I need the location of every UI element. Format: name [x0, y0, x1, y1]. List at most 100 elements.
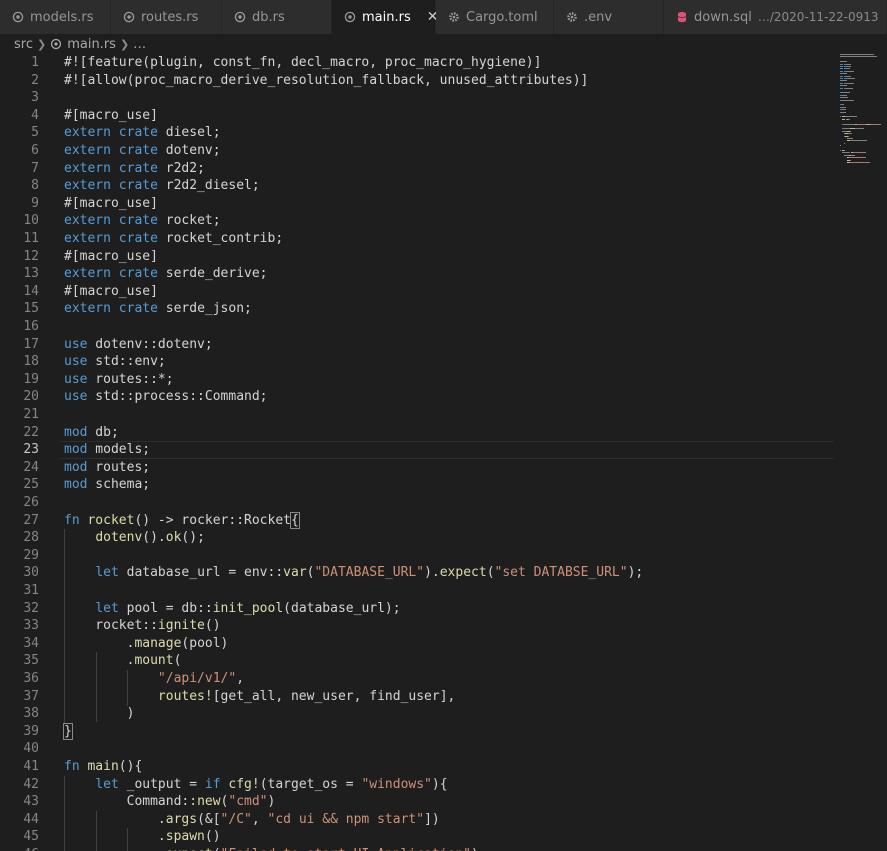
code-token: main: [87, 759, 119, 774]
line-number: 23: [23, 442, 39, 458]
code-text: let database_url = env::var ("DATABASE_UR…: [64, 564, 643, 582]
code-token: serde_json;: [157, 301, 252, 317]
tab-main-rs[interactable]: main.rs ✕: [332, 0, 438, 34]
code-token: dotenv;: [157, 143, 221, 158]
tab-Cargo-toml[interactable]: Cargo.toml: [436, 0, 554, 34]
code-token: {: [290, 511, 300, 529]
line-number: 33: [23, 618, 39, 634]
minimap-line: [840, 56, 877, 58]
code-token: manage: [134, 635, 182, 651]
code-token: crate: [118, 231, 158, 246]
tab-label: Cargo.toml: [466, 9, 538, 25]
code-token: crate: [118, 160, 158, 176]
minimap-line: [847, 70, 854, 72]
code-token: new: [197, 794, 221, 810]
tab-routes-rs[interactable]: routes.rs: [111, 0, 222, 34]
code-token: extern: [64, 301, 111, 317]
line-number: 22: [23, 424, 39, 440]
tab-label: main.rs: [362, 9, 411, 25]
code-token: (&[: [197, 811, 221, 827]
code-text: ): [64, 705, 135, 723]
code-token: extern: [64, 231, 111, 246]
code-line: 12 #[macro_use]: [0, 248, 887, 266]
code-text: routes![get_all, new_user, find_user],: [64, 688, 455, 706]
breadcrumb-more[interactable]: …: [133, 37, 146, 52]
line-number: 28: [23, 530, 39, 546]
line-number: 41: [23, 759, 39, 774]
tab-db-rs[interactable]: db.rs: [222, 0, 332, 34]
code-line: 6 extern crate dotenv;: [0, 142, 887, 160]
tab-down-sql[interactable]: down.sql …/2020-11-22-0913: [664, 0, 887, 34]
code-token: mount: [134, 653, 174, 669]
code-text: mod db;: [64, 424, 119, 442]
line-number: 35: [23, 653, 39, 669]
code-line: 32 let pool = db::init_pool(database_url…: [0, 600, 887, 618]
rust-icon: [234, 11, 246, 23]
code-token: routes::*;: [87, 371, 174, 387]
code-text: #[macro_use]: [64, 283, 158, 301]
tab-models-rs[interactable]: models.rs: [0, 0, 111, 34]
code-text: #[macro_use]: [64, 248, 158, 266]
code-token: (): [204, 618, 221, 634]
code-token: mod: [64, 442, 88, 458]
code-token: crate: [118, 125, 158, 141]
minimap-line: [847, 63, 851, 65]
line-number: 14: [23, 283, 39, 299]
code-token: crate: [118, 213, 158, 229]
code-token: .: [64, 653, 135, 669]
minimap-line: [844, 116, 856, 118]
tab-env[interactable]: .env: [554, 0, 664, 34]
line-number: 38: [23, 706, 39, 722]
minimap-line: [853, 152, 860, 154]
minimap-line: [853, 157, 865, 159]
code-text: extern crate rocket;: [64, 212, 221, 230]
code-text: extern crate diesel;: [64, 124, 221, 142]
line-number: 45: [23, 829, 39, 845]
line-number: 9: [31, 195, 39, 211]
code-token: std::env;: [87, 354, 166, 370]
code-token: if: [204, 776, 221, 792]
code-token: #![allow(proc_macro_derive_resolution_fa…: [64, 72, 589, 88]
minimap-line: [842, 94, 848, 96]
code-token: .: [64, 847, 166, 851]
rust-icon: [344, 11, 356, 23]
code-token: ).: [424, 565, 440, 581]
code-line: 40: [0, 740, 887, 758]
code-line: 39}: [0, 722, 887, 741]
minimap-line: [840, 61, 847, 63]
code-token: #[macro_use]: [64, 195, 158, 211]
code-text: use routes::*;: [64, 371, 174, 389]
code-token: let: [95, 565, 119, 581]
code-token: extern: [64, 213, 111, 229]
code-line: 1 #![feature(plugin, const_fn, decl_macro…: [0, 54, 887, 72]
code-line: 43 Command::new("cmd"): [0, 793, 887, 811]
minimap-line: [848, 118, 850, 120]
code-token: ): [267, 794, 276, 810]
rust-icon: [12, 11, 24, 23]
code-line: 16: [0, 318, 887, 336]
code-token: (target_os =: [259, 776, 362, 792]
code-token: (): [204, 829, 221, 845]
code-text: extern crate rocket_contrib;: [64, 230, 283, 248]
minimap-line: [854, 154, 855, 156]
minimap[interactable]: [840, 54, 887, 174]
code-token: ): [471, 847, 479, 851]
code-text: dotenv().ok();: [64, 529, 205, 547]
code-text: .expect("Failed to start UI Application"…: [64, 846, 479, 851]
breadcrumb-file[interactable]: main.rs: [67, 37, 116, 52]
code-token: ){: [431, 776, 448, 792]
code-token: (: [173, 653, 182, 669]
code-text: let pool = db::init_pool(database_url);: [64, 600, 400, 618]
code-editor[interactable]: 1 #![feature(plugin, const_fn, decl_macro…: [0, 54, 887, 851]
minimap-line: [840, 80, 847, 82]
code-token: Command::: [64, 794, 198, 810]
code-token: (: [486, 565, 495, 581]
minimap-line: [842, 106, 847, 108]
breadcrumb-folder[interactable]: src: [14, 37, 33, 52]
code-line: 11 extern crate rocket_contrib;: [0, 230, 887, 248]
